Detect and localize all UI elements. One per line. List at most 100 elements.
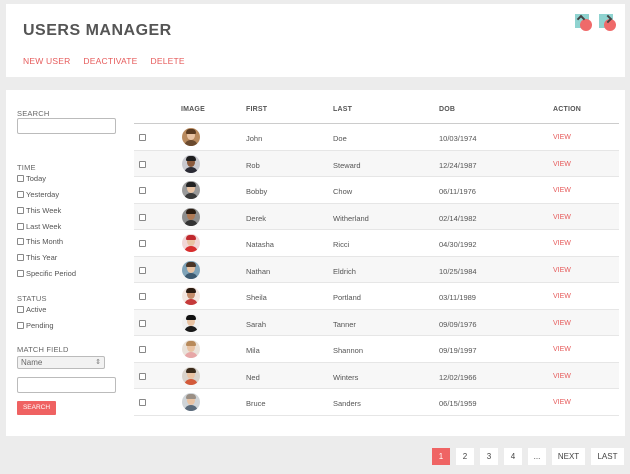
status-option-pending[interactable]: Pending xyxy=(17,321,54,330)
row-checkbox[interactable] xyxy=(139,266,146,274)
match-field-select[interactable]: Name ⇕ xyxy=(17,356,105,369)
checkbox[interactable] xyxy=(17,254,24,261)
column-dob: DOB xyxy=(439,106,456,113)
table-row: Derek Witherland 02/14/1982 VIEW xyxy=(134,203,619,230)
avatar xyxy=(182,181,200,199)
row-checkbox[interactable] xyxy=(139,319,146,327)
view-link[interactable]: VIEW xyxy=(553,214,571,221)
avatar xyxy=(182,287,200,305)
row-checkbox[interactable] xyxy=(139,346,146,353)
table-header: IMAGE FIRST LAST DOB ACTION xyxy=(134,102,619,124)
row-checkbox[interactable] xyxy=(139,399,146,406)
export-icon[interactable] xyxy=(599,14,617,32)
status-label: STATUS xyxy=(17,294,47,303)
avatar xyxy=(182,154,200,173)
cell-first: Sarah xyxy=(246,319,267,329)
view-link[interactable]: VIEW xyxy=(553,293,571,300)
cell-first: Mila xyxy=(246,346,260,355)
cell-first: John xyxy=(246,134,263,143)
checkbox[interactable] xyxy=(17,306,24,313)
table-row: Ned Winters 12/02/1966 VIEW xyxy=(134,362,619,389)
cell-last: Shannon xyxy=(333,346,364,355)
next-page-button[interactable]: NEXT xyxy=(552,448,585,465)
column-first: FIRST xyxy=(246,106,268,113)
row-checkbox[interactable] xyxy=(139,134,146,141)
last-page-button[interactable]: LAST xyxy=(591,448,624,465)
time-option-last-week[interactable]: Last Week xyxy=(17,222,61,231)
time-option-this-week[interactable]: This Week xyxy=(17,206,61,215)
checkbox[interactable] xyxy=(17,322,24,329)
deactivate-button[interactable]: DEACTIVATE xyxy=(83,56,137,66)
view-link[interactable]: VIEW xyxy=(553,373,571,380)
cell-first: Ned xyxy=(246,372,260,382)
row-checkbox[interactable] xyxy=(139,293,146,300)
row-checkbox[interactable] xyxy=(139,240,146,247)
cell-dob: 04/30/1992 xyxy=(439,240,477,249)
checkbox[interactable] xyxy=(17,191,24,198)
cell-dob: 02/14/1982 xyxy=(439,213,477,223)
row-checkbox[interactable] xyxy=(139,213,146,221)
view-link[interactable]: VIEW xyxy=(553,240,571,247)
table-row: Natasha Ricci 04/30/1992 VIEW xyxy=(134,230,619,257)
row-checkbox[interactable] xyxy=(139,187,146,194)
match-field-input[interactable] xyxy=(17,377,116,393)
view-link[interactable]: VIEW xyxy=(553,161,571,168)
match-field-label: MATCH FIELD xyxy=(17,345,69,354)
page-2-button[interactable]: 2 xyxy=(456,448,474,465)
checkbox[interactable] xyxy=(17,223,24,230)
table-row: Nathan Eldrich 10/25/1984 VIEW xyxy=(134,256,619,283)
select-arrows-icon: ⇕ xyxy=(95,359,101,366)
checkbox[interactable] xyxy=(17,238,24,245)
page-3-button[interactable]: 3 xyxy=(480,448,498,465)
table-row: Bobby Chow 06/11/1976 VIEW xyxy=(134,177,619,204)
cell-dob: 10/25/1984 xyxy=(439,266,477,276)
search-input[interactable] xyxy=(17,118,116,134)
column-last: LAST xyxy=(333,106,353,113)
view-link[interactable]: VIEW xyxy=(553,399,571,406)
row-checkbox[interactable] xyxy=(139,160,146,168)
cell-last: Portland xyxy=(333,293,361,302)
status-option-active[interactable]: Active xyxy=(17,305,46,314)
table-row: Mila Shannon 09/19/1997 VIEW xyxy=(134,336,619,363)
view-link[interactable]: VIEW xyxy=(553,134,571,141)
avatar xyxy=(182,393,200,411)
cell-dob: 09/19/1997 xyxy=(439,346,477,355)
page-4-button[interactable]: 4 xyxy=(504,448,522,465)
view-link[interactable]: VIEW xyxy=(553,320,571,327)
time-option-today[interactable]: Today xyxy=(17,174,46,183)
checkbox[interactable] xyxy=(17,175,24,182)
cell-dob: 06/15/1959 xyxy=(439,399,477,408)
view-link[interactable]: VIEW xyxy=(553,267,571,274)
view-link[interactable]: VIEW xyxy=(553,187,571,194)
page-1-button[interactable]: 1 xyxy=(432,448,450,465)
main-panel: SEARCH TIME Today Yesterday This Week La… xyxy=(6,90,625,436)
table-row: Rob Steward 12/24/1987 VIEW xyxy=(134,150,619,177)
cell-last: Steward xyxy=(333,160,361,170)
search-button[interactable]: SEARCH xyxy=(17,401,56,415)
time-option-specific-period[interactable]: Specific Period xyxy=(17,269,76,278)
checkbox[interactable] xyxy=(17,207,24,214)
avatar xyxy=(182,128,200,146)
checkbox[interactable] xyxy=(17,270,24,277)
cell-first: Derek xyxy=(246,213,267,223)
time-option-this-year[interactable]: This Year xyxy=(17,253,57,262)
new-user-button[interactable]: NEW USER xyxy=(23,56,70,66)
cell-dob: 03/11/1989 xyxy=(439,293,476,302)
row-checkbox[interactable] xyxy=(139,372,146,380)
cell-last: Eldrich xyxy=(333,266,356,276)
time-option-yesterday[interactable]: Yesterday xyxy=(17,190,59,199)
avatar xyxy=(182,260,200,279)
cell-last: Sanders xyxy=(333,399,361,408)
table-row: Sheila Portland 03/11/1989 VIEW xyxy=(134,283,619,310)
avatar xyxy=(182,234,200,252)
import-icon[interactable] xyxy=(575,14,593,32)
cell-dob: 10/03/1974 xyxy=(439,134,477,143)
view-link[interactable]: VIEW xyxy=(553,346,571,353)
cell-last: Witherland xyxy=(333,213,369,223)
time-option-this-month[interactable]: This Month xyxy=(17,237,63,246)
cell-last: Winters xyxy=(333,372,359,382)
avatar xyxy=(182,207,200,226)
cell-last: Doe xyxy=(333,134,347,143)
delete-button[interactable]: DELETE xyxy=(151,56,185,66)
cell-first: Bobby xyxy=(246,187,268,196)
